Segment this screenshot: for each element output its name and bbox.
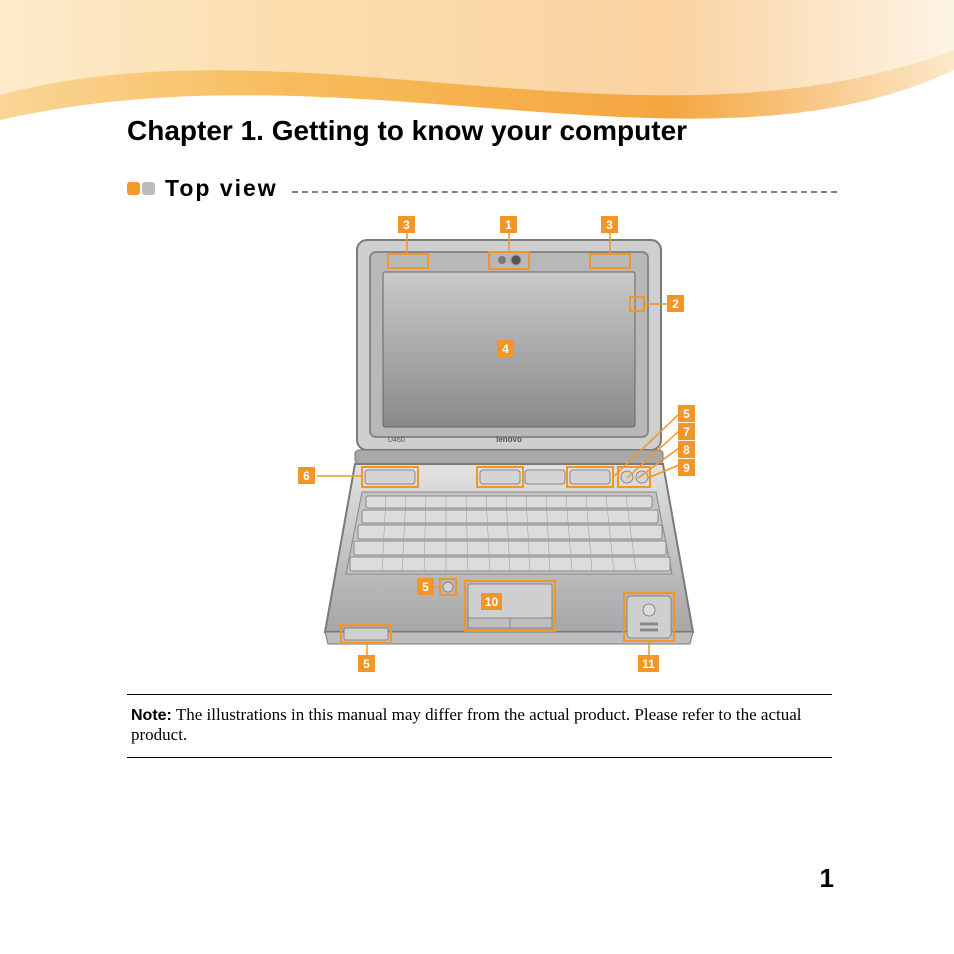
laptop-diagram: U460 lenovo	[130, 212, 830, 682]
callout-5c: 5	[358, 655, 375, 672]
page-number: 1	[820, 863, 834, 894]
brand-label: lenovo	[496, 435, 522, 444]
model-label: U460	[388, 437, 405, 444]
chapter-title: Chapter 1. Getting to know your computer	[127, 115, 687, 147]
callout-6: 6	[298, 467, 315, 484]
section-title: Top view	[165, 175, 278, 202]
note-label: Note:	[131, 707, 172, 724]
callout-5a: 5	[678, 405, 695, 422]
callout-1: 1	[500, 216, 517, 233]
bullet-icon	[127, 182, 140, 195]
callout-10: 10	[481, 593, 502, 610]
callout-9: 9	[678, 459, 695, 476]
note-text: The illustrations in this manual may dif…	[131, 705, 802, 744]
note-box: Note: The illustrations in this manual m…	[127, 694, 832, 758]
callout-5b: 5	[417, 578, 434, 595]
section-header: Top view	[127, 175, 837, 202]
callout-3b: 3	[601, 216, 618, 233]
callout-4: 4	[497, 340, 514, 357]
callout-2: 2	[667, 295, 684, 312]
callout-3a: 3	[398, 216, 415, 233]
callout-7: 7	[678, 423, 695, 440]
header-swoosh	[0, 0, 954, 200]
callout-8: 8	[678, 441, 695, 458]
bullet-icon	[142, 182, 155, 195]
callout-11: 11	[638, 655, 659, 672]
section-divider	[292, 191, 837, 193]
